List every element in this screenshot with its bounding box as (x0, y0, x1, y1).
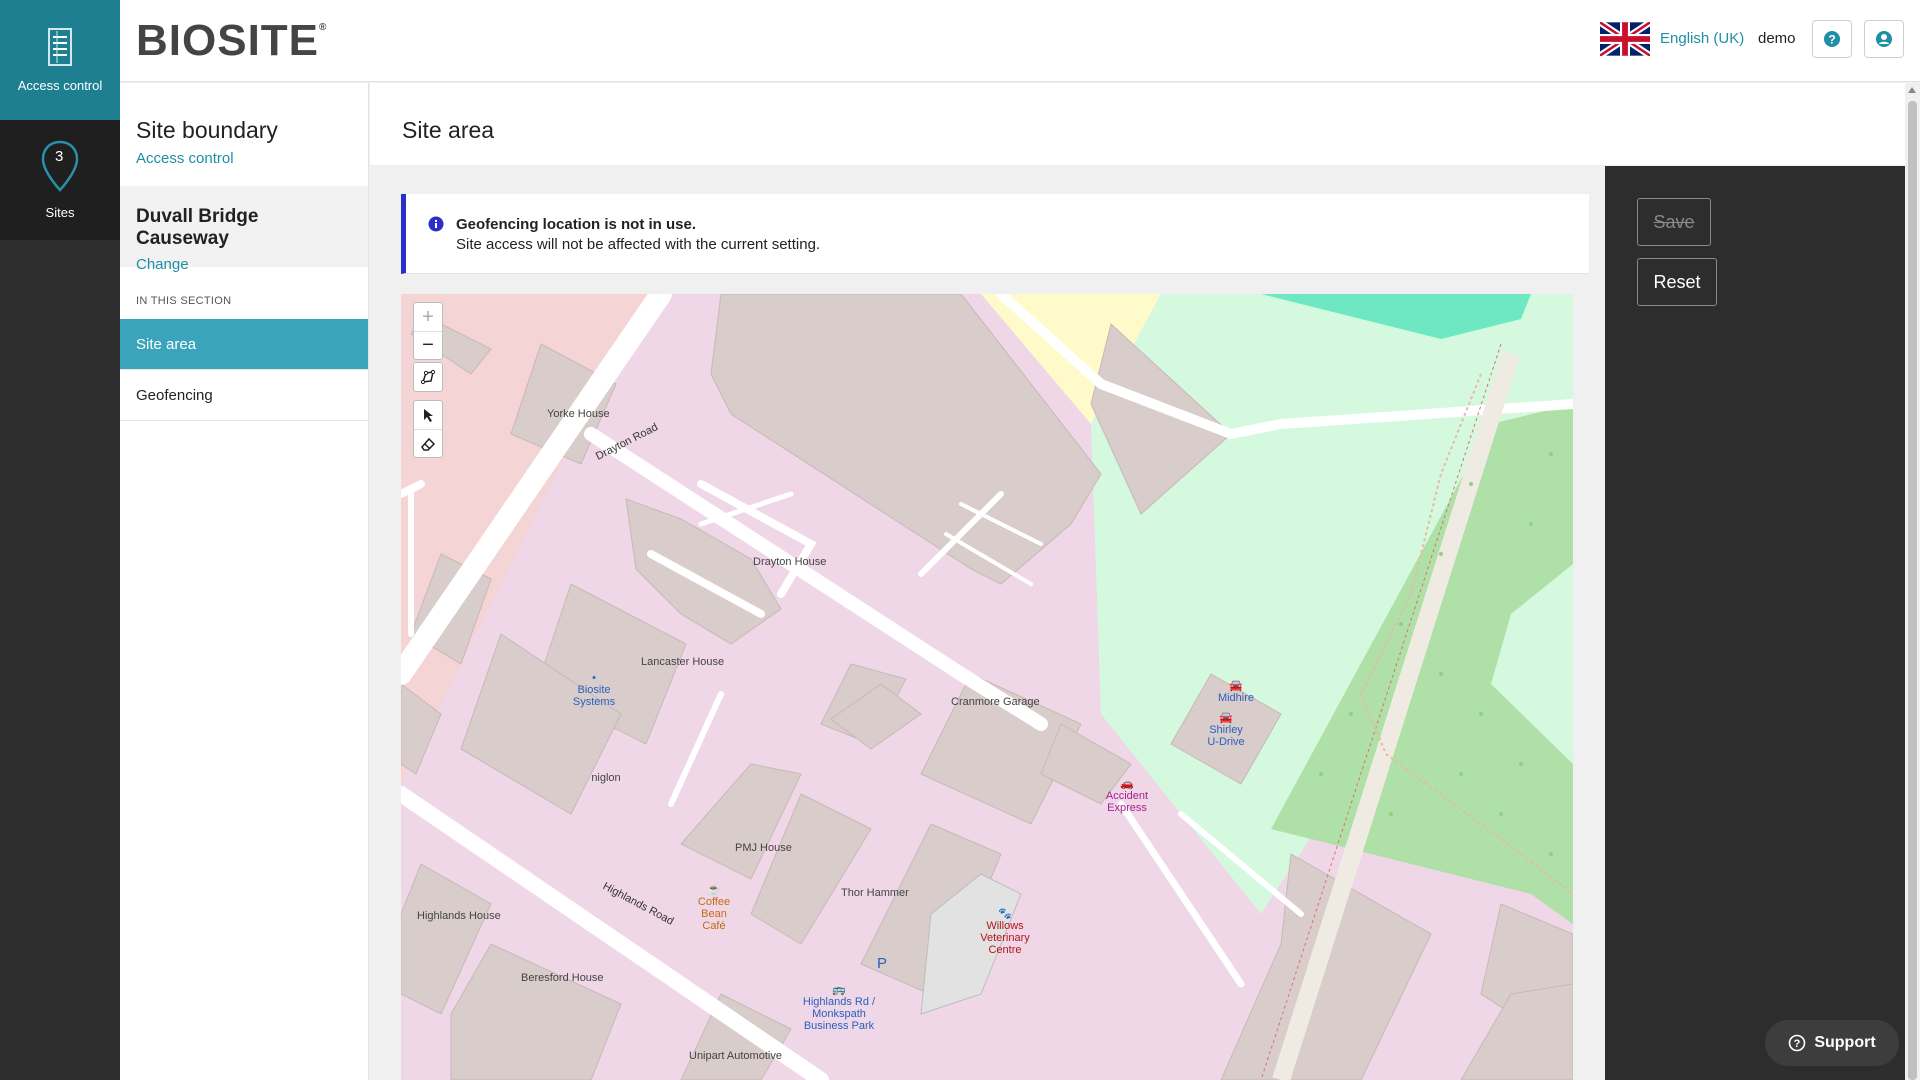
sites-count: 3 (55, 148, 64, 165)
poi-biosite-systems[interactable]: • Biosite Systems (569, 672, 619, 708)
rail-sites-label: Sites (45, 205, 75, 220)
location-pin-icon: 3 (40, 140, 80, 197)
current-site: Duvall Bridge Causeway Change (120, 186, 368, 273)
help-button[interactable]: ? (1812, 20, 1852, 58)
poi-dot-icon: • (592, 672, 596, 684)
zoom-out-button[interactable]: − (414, 331, 442, 359)
building-label: PMJ House (735, 842, 792, 854)
breadcrumb-access-control[interactable]: Access control (136, 150, 352, 167)
scroll-thumb[interactable] (1908, 101, 1917, 1080)
car-rental-icon: 🚘 (1219, 712, 1233, 724)
eraser-icon (421, 437, 436, 451)
site-name: Duvall Bridge Causeway (136, 206, 259, 249)
scroll-up-arrow-icon[interactable] (1908, 87, 1916, 93)
biosite-logo[interactable]: BIOSITE® (136, 16, 327, 66)
bus-stop-icon: 🚌 (832, 984, 846, 996)
geofencing-notice: Geofencing location is not in use. Site … (401, 194, 1589, 274)
site-area-map[interactable]: + − Drayton Road Highlands Road Yorke Ho… (401, 294, 1573, 1080)
poi-accident-express[interactable]: 🚗 Accident Express (1099, 778, 1155, 814)
erase-shape-button[interactable] (414, 429, 442, 457)
building-label: Highlands House (417, 910, 501, 922)
polygon-draw-icon (420, 369, 436, 385)
car-repair-icon: 🚗 (1120, 778, 1134, 790)
user-circle-icon (1876, 31, 1892, 47)
coffee-cup-icon: ☕ (707, 884, 721, 896)
edit-shape-button[interactable] (414, 401, 442, 429)
access-control-icon (43, 27, 77, 70)
zoom-control: + − (413, 302, 443, 360)
building-label: Yorke House (547, 408, 610, 420)
top-header: BIOSITE® English (UK) demo ? (120, 0, 1920, 82)
rail-sites[interactable]: 3 Sites (0, 120, 120, 240)
svg-text:?: ? (1794, 1038, 1801, 1050)
sidebar-item-geofencing[interactable]: Geofencing (120, 370, 368, 421)
rail-access-control-label: Access control (17, 78, 103, 93)
building-label: Thor Hammer (841, 887, 909, 899)
poi-willows-veterinary-centre[interactable]: 🐾 Willows Veterinary Centre (975, 908, 1035, 956)
language-selector[interactable]: English (UK) (1660, 30, 1744, 47)
poi-shirley-u-drive[interactable]: 🚘 Shirley U-Drive (1199, 712, 1253, 748)
sidebar-title: Site boundary (136, 117, 278, 143)
support-button[interactable]: ? Support (1765, 1020, 1899, 1066)
rail-access-control[interactable]: Access control (0, 0, 120, 120)
sidebar-item-site-area[interactable]: Site area (120, 319, 368, 370)
draw-control (413, 362, 443, 392)
poi-coffee-bean-cafe[interactable]: ☕ Coffee Bean Café (685, 884, 743, 932)
page-title-bar: Site area (370, 83, 1905, 165)
building-label: Cranmore Garage (951, 696, 1040, 708)
app-rail: Access control 3 Sites (0, 0, 120, 1080)
pointer-edit-icon (424, 409, 433, 422)
zoom-in-button[interactable]: + (414, 303, 442, 331)
save-button[interactable]: Save (1637, 198, 1711, 246)
building-label: Beresford House (521, 972, 604, 984)
paw-icon: 🐾 (998, 908, 1012, 920)
uk-flag-icon[interactable] (1600, 22, 1650, 56)
building-label: Unipart Automotive (689, 1050, 782, 1062)
building-label: niglon (591, 772, 621, 784)
reset-button[interactable]: Reset (1637, 258, 1717, 306)
info-icon (428, 216, 444, 232)
page-scrollbar[interactable] (1905, 83, 1920, 1080)
svg-text:?: ? (1828, 33, 1835, 47)
building-label: Drayton House (753, 556, 827, 568)
username: demo (1758, 30, 1796, 47)
support-label: Support (1814, 1034, 1876, 1051)
poi-midhire[interactable]: 🚘 Midhire (1211, 680, 1261, 704)
help-circle-icon: ? (1789, 1034, 1806, 1052)
notice-body: Site access will not be affected with th… (456, 236, 821, 253)
page-title: Site area (402, 117, 495, 143)
help-circle-icon: ? (1824, 31, 1840, 47)
section-sidebar: Site boundary Access control Duvall Brid… (120, 83, 369, 1080)
account-button[interactable] (1864, 20, 1904, 58)
notice-heading: Geofencing location is not in use. (456, 216, 697, 233)
edit-control (413, 400, 443, 458)
sidebar-header: Site boundary Access control (120, 83, 368, 186)
building-label: Lancaster House (641, 656, 725, 668)
poi-bus-stop[interactable]: 🚌 Highlands Rd / Monkspath Business Park (797, 984, 881, 1032)
section-label: IN THIS SECTION (136, 295, 232, 307)
parking-marker: P (876, 955, 887, 972)
draw-polygon-button[interactable] (414, 363, 442, 391)
car-rental-icon: 🚘 (1229, 680, 1243, 692)
action-panel: Save Reset (1605, 166, 1905, 1080)
